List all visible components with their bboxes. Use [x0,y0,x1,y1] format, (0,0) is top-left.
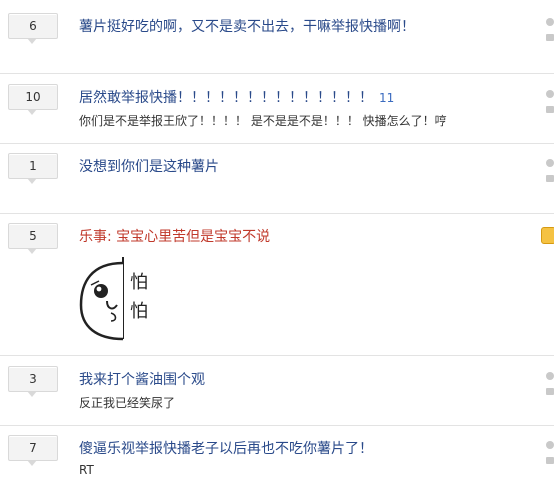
comment-icon[interactable] [546,34,554,41]
comment-reply-count[interactable]: 11 [379,91,394,105]
user-icon[interactable] [546,441,554,449]
comment-icon[interactable] [546,388,554,395]
comment-actions [546,90,554,113]
comment-count: 3 [29,372,37,386]
comment-count: 10 [25,90,41,104]
user-icon[interactable] [546,90,554,98]
divider [0,213,554,214]
comment-body: RT [79,463,94,477]
comment-body: 反正我已经笑尿了 [79,396,176,410]
divider [0,425,554,426]
user-icon[interactable] [546,18,554,26]
comment-count-badge[interactable]: 10 [8,84,58,115]
comment-count-badge[interactable]: 1 [8,153,58,184]
sticker-text-2: 怕 [130,301,148,322]
comment-actions [546,372,554,395]
comment-title[interactable]: 薯片挺好吃的啊，又不是卖不出去，干嘛举报快播啊！ [79,16,415,36]
user-icon[interactable] [546,159,554,167]
sticker-image: 怕 怕 [77,253,163,343]
divider [0,355,554,356]
comment-count-badge[interactable]: 6 [8,13,58,44]
comment-actions [546,441,554,464]
comment-title[interactable]: 傻逼乐视举报快播老子以后再也不吃你薯片了！ [79,438,373,458]
sticker-text-1: 怕 [130,272,148,293]
divider [0,73,554,74]
comment-icon[interactable] [546,457,554,464]
comment-title-text: 居然敢举报快播！！！！！！！！！！！！！！ [79,90,373,106]
comment-count: 1 [29,159,37,173]
comment-count-badge[interactable]: 5 [8,223,58,254]
comment-count: 5 [29,229,37,243]
comment-icon[interactable] [546,106,554,113]
comment-title[interactable]: 乐事: 宝宝心里苦但是宝宝不说 [79,226,270,246]
comment-count-badge[interactable]: 3 [8,366,58,397]
comment-actions [546,159,554,182]
comment-icon[interactable] [546,175,554,182]
comment-title[interactable]: 我来打个酱油围个观 [79,369,205,389]
comment-count-badge[interactable]: 7 [8,435,58,466]
comment-title[interactable]: 居然敢举报快播！！！！！！！！！！！！！！ 11 [79,87,394,107]
divider [0,143,554,144]
comment-count: 7 [29,441,37,455]
comment-title[interactable]: 没想到你们是这种薯片 [79,156,219,176]
comment-body: 你们是不是举报王欣了！！！！ 是不是是不是！！！ 快播怎么了！哼 [79,114,447,128]
comment-actions [546,18,554,41]
user-icon[interactable] [546,372,554,380]
emoji-badge-icon[interactable] [541,227,554,244]
comment-count: 6 [29,19,37,33]
